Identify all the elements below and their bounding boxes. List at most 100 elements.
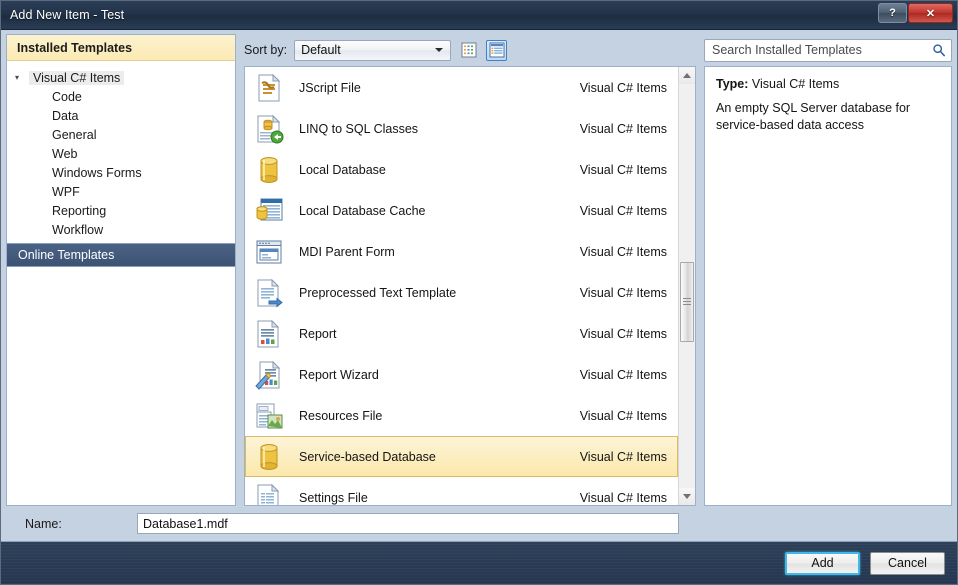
dialog-body: Installed Templates ▾ Visual C# Items Co… bbox=[1, 30, 957, 506]
template-name: LINQ to SQL Classes bbox=[299, 121, 419, 136]
name-input-wrapper[interactable] bbox=[137, 513, 679, 534]
window-controls: ? ✕ bbox=[878, 3, 953, 23]
template-category: Visual C# Items bbox=[579, 326, 667, 341]
table-row[interactable]: Preprocessed Text Template Visual C# Ite… bbox=[245, 272, 678, 313]
detail-description: An empty SQL Server database for service… bbox=[716, 101, 911, 132]
template-name: Report Wizard bbox=[299, 367, 379, 382]
report-icon bbox=[253, 318, 285, 350]
scrollbar-grip-icon bbox=[683, 296, 691, 307]
template-category: Visual C# Items bbox=[579, 285, 667, 300]
template-category: Visual C# Items bbox=[579, 121, 667, 136]
grid-view-icon bbox=[461, 42, 477, 58]
installed-templates-panel: Installed Templates ▾ Visual C# Items Co… bbox=[6, 34, 236, 506]
arrow-up-icon bbox=[683, 73, 691, 78]
template-category: Visual C# Items bbox=[579, 244, 667, 259]
template-category: Visual C# Items bbox=[579, 162, 667, 177]
tree-node-label: General bbox=[52, 127, 97, 142]
list-view-button[interactable] bbox=[486, 39, 508, 61]
scroll-down-button[interactable] bbox=[679, 488, 695, 505]
template-name: Preprocessed Text Template bbox=[299, 285, 457, 300]
tree-node-web[interactable]: Web bbox=[7, 144, 235, 163]
template-name: Report bbox=[299, 326, 337, 341]
dialog-footer: Add Cancel bbox=[1, 541, 957, 584]
grid-view-button[interactable] bbox=[458, 40, 479, 61]
settings-file-icon bbox=[253, 482, 285, 505]
search-input[interactable] bbox=[712, 43, 932, 57]
mdi-form-icon bbox=[253, 236, 285, 268]
scroll-up-button[interactable] bbox=[679, 67, 695, 84]
chevron-down-icon bbox=[435, 48, 444, 52]
detail-type-label: Type: bbox=[716, 77, 749, 91]
template-details: Type: Visual C# Items An empty SQL Serve… bbox=[704, 66, 952, 506]
template-name: Service-based Database bbox=[299, 449, 436, 464]
report-wizard-icon bbox=[253, 359, 285, 391]
template-name: MDI Parent Form bbox=[299, 244, 395, 259]
text-template-icon bbox=[253, 277, 285, 309]
template-list-container: JScript File Visual C# Items LINQ to SQL… bbox=[244, 66, 696, 506]
table-row[interactable]: Report Visual C# Items bbox=[245, 313, 678, 354]
cancel-button[interactable]: Cancel bbox=[870, 551, 945, 575]
table-row[interactable]: Settings File Visual C# Items bbox=[245, 477, 678, 505]
template-name: JScript File bbox=[299, 80, 361, 95]
add-button[interactable]: Add bbox=[785, 551, 860, 575]
table-row[interactable]: LINQ to SQL Classes Visual C# Items bbox=[245, 108, 678, 149]
tree-node-visual-csharp-items[interactable]: ▾ Visual C# Items bbox=[7, 68, 235, 87]
search-box[interactable] bbox=[704, 38, 952, 62]
tree-node-wpf[interactable]: WPF bbox=[7, 182, 235, 201]
details-panel: Type: Visual C# Items An empty SQL Serve… bbox=[704, 34, 952, 506]
tree-node-label: Visual C# Items bbox=[29, 70, 125, 85]
add-new-item-dialog: Add New Item - Test ? ✕ Installed Templa… bbox=[0, 0, 958, 585]
tree-node-code[interactable]: Code bbox=[7, 87, 235, 106]
linq-to-sql-icon bbox=[253, 113, 285, 145]
scrollbar-track[interactable] bbox=[679, 84, 695, 488]
template-tree: ▾ Visual C# Items Code Data General Web … bbox=[7, 61, 235, 243]
tree-node-general[interactable]: General bbox=[7, 125, 235, 144]
template-category: Visual C# Items bbox=[579, 80, 667, 95]
templates-center-panel: Sort by: Default JScript File Visual C# … bbox=[244, 34, 696, 506]
tree-node-data[interactable]: Data bbox=[7, 106, 235, 125]
template-name: Local Database bbox=[299, 162, 386, 177]
database-cache-icon bbox=[253, 195, 285, 227]
list-view-icon bbox=[489, 42, 505, 58]
tree-node-label: Data bbox=[52, 108, 79, 123]
template-category: Visual C# Items bbox=[579, 408, 667, 423]
sort-by-value: Default bbox=[301, 43, 341, 57]
name-input[interactable] bbox=[143, 516, 673, 531]
sort-by-label: Sort by: bbox=[244, 43, 288, 57]
template-category: Visual C# Items bbox=[579, 449, 667, 464]
online-templates-button[interactable]: Online Templates bbox=[7, 243, 235, 267]
table-row[interactable]: JScript File Visual C# Items bbox=[245, 67, 678, 108]
list-toolbar: Sort by: Default bbox=[244, 34, 696, 66]
table-row-selected[interactable]: Service-based Database Visual C# Items bbox=[245, 436, 678, 477]
table-row[interactable]: MDI Parent Form Visual C# Items bbox=[245, 231, 678, 272]
template-name: Resources File bbox=[299, 408, 383, 423]
template-category: Visual C# Items bbox=[579, 203, 667, 218]
arrow-down-icon bbox=[683, 494, 691, 499]
search-icon bbox=[933, 44, 946, 57]
database-icon bbox=[253, 441, 285, 473]
sidebar-filler bbox=[7, 267, 235, 505]
scrollbar-thumb[interactable] bbox=[680, 261, 694, 342]
list-scrollbar[interactable] bbox=[678, 67, 695, 505]
expand-arrow-icon: ▾ bbox=[15, 72, 20, 82]
tree-node-reporting[interactable]: Reporting bbox=[7, 201, 235, 220]
tree-node-workflow[interactable]: Workflow bbox=[7, 220, 235, 239]
tree-node-windows-forms[interactable]: Windows Forms bbox=[7, 163, 235, 182]
detail-type-row: Type: Visual C# Items bbox=[716, 77, 940, 91]
template-name: Local Database Cache bbox=[299, 203, 426, 218]
table-row[interactable]: Local Database Cache Visual C# Items bbox=[245, 190, 678, 231]
title-bar: Add New Item - Test ? ✕ bbox=[1, 1, 957, 30]
table-row[interactable]: Resources File Visual C# Items bbox=[245, 395, 678, 436]
jscript-file-icon bbox=[253, 72, 285, 104]
tree-node-label: Workflow bbox=[52, 222, 104, 237]
table-row[interactable]: Report Wizard Visual C# Items bbox=[245, 354, 678, 395]
template-list[interactable]: JScript File Visual C# Items LINQ to SQL… bbox=[245, 67, 678, 505]
close-button[interactable]: ✕ bbox=[908, 3, 953, 23]
sort-by-dropdown[interactable]: Default bbox=[294, 39, 452, 61]
help-button[interactable]: ? bbox=[878, 3, 907, 23]
resources-file-icon bbox=[253, 400, 285, 432]
template-name: Settings File bbox=[299, 490, 368, 505]
dialog-title: Add New Item - Test bbox=[10, 8, 125, 22]
tree-node-label: Reporting bbox=[52, 203, 107, 218]
table-row[interactable]: Local Database Visual C# Items bbox=[245, 149, 678, 190]
